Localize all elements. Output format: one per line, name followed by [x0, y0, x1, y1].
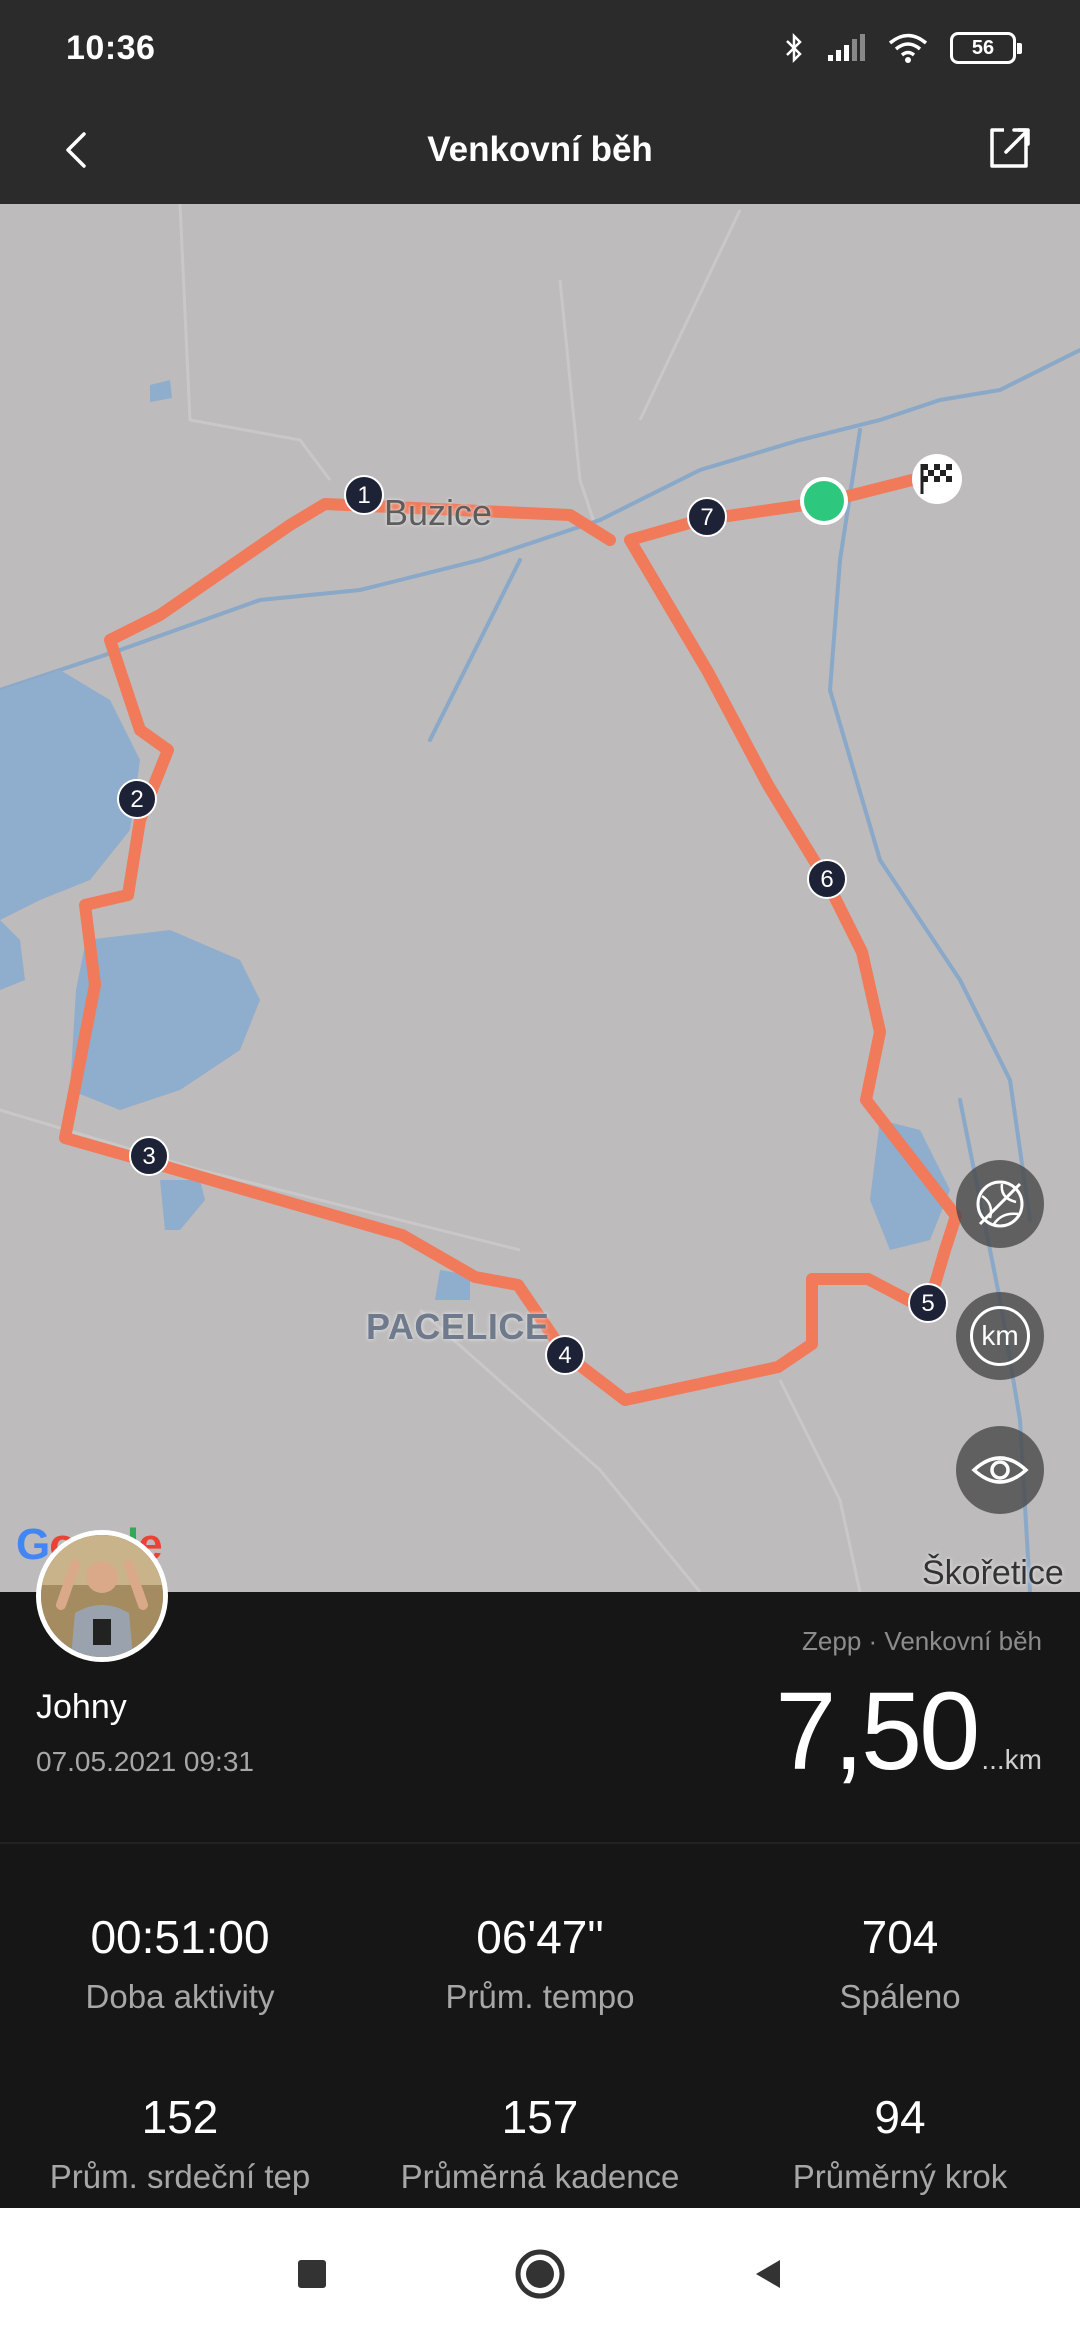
stat-value: 00:51:00: [90, 1911, 270, 1963]
stat-value: 157: [501, 2091, 579, 2143]
status-icons: 56: [784, 32, 1022, 64]
user-name: Johny: [36, 1688, 127, 1726]
stat-label: Průměrná kadence: [400, 2158, 680, 2195]
signal-icon: [828, 34, 865, 61]
svg-text:2: 2: [130, 786, 143, 813]
satellite-off-icon: [976, 1180, 1024, 1228]
stat-value: 06'47": [476, 1911, 604, 1963]
stat-value: 704: [861, 1911, 939, 1963]
recents-square-icon[interactable]: [292, 2254, 332, 2294]
status-bar: 10:36 56: [0, 0, 1080, 96]
km-marker-2: 2: [117, 779, 157, 819]
km-marker-3: 3: [129, 1136, 169, 1176]
km-marker-7: 7: [687, 497, 727, 537]
stat-stride: 94 Průměrný krok: [720, 2090, 1080, 2196]
distance-display: 7,50 ...km: [775, 1668, 1042, 1795]
stat-pace: 06'47" Prům. tempo: [360, 1910, 720, 2016]
km-marker-5: 5: [908, 1283, 948, 1323]
stat-label: Doba aktivity: [85, 1978, 275, 2015]
activity-source: Zepp · Venkovní běh: [802, 1626, 1042, 1656]
stat-label: Průměrný krok: [792, 2158, 1008, 2195]
stat-calories: 704 Spáleno: [720, 1910, 1080, 2016]
satellite-toggle-button[interactable]: [956, 1160, 1044, 1248]
svg-text:4: 4: [558, 1342, 571, 1369]
finish-flag-icon: [912, 454, 962, 504]
eye-icon: [971, 1456, 1029, 1484]
km-markers-layer: 1 2 3 4 5 6 7: [117, 454, 962, 1375]
app-header: Venkovní běh: [0, 96, 1080, 204]
svg-text:7: 7: [700, 504, 713, 531]
avatar-photo: [41, 1535, 163, 1657]
km-markers-toggle-button[interactable]: km: [956, 1292, 1044, 1380]
svg-text:3: 3: [142, 1143, 155, 1170]
chevron-left-icon[interactable]: [52, 122, 108, 178]
km-toggle-label: km: [970, 1306, 1030, 1366]
km-marker-6: 6: [807, 859, 847, 899]
svg-text:6: 6: [820, 866, 833, 893]
svg-text:5: 5: [921, 1290, 934, 1317]
stat-value: 152: [141, 2091, 219, 2143]
wifi-icon: [888, 33, 928, 63]
share-external-icon[interactable]: [978, 116, 1042, 180]
battery-icon: 56: [950, 32, 1022, 64]
back-triangle-icon[interactable]: [748, 2254, 788, 2294]
avatar[interactable]: [36, 1530, 168, 1662]
start-point-icon: [800, 477, 848, 525]
activity-detail-screen: 10:36 56 Venkovní běh Buzice PACELICE Šk…: [0, 0, 1080, 2340]
divider: [0, 1842, 1080, 1844]
stat-duration: 00:51:00 Doba aktivity: [0, 1910, 360, 2016]
svg-text:1: 1: [357, 482, 370, 509]
stat-value: 94: [874, 2091, 926, 2143]
home-circle-icon[interactable]: [512, 2246, 568, 2302]
activity-date: 07.05.2021 09:31: [36, 1746, 254, 1777]
stat-cadence: 157 Průměrná kadence: [360, 2090, 720, 2196]
distance-value: 7,50: [775, 1670, 980, 1793]
distance-unit: ...km: [981, 1744, 1042, 1775]
stat-label: Prům. srdeční tep: [49, 2158, 311, 2195]
system-nav-bar: [0, 2208, 1080, 2340]
stat-label: Prům. tempo: [445, 1978, 635, 2015]
visibility-toggle-button[interactable]: [956, 1426, 1044, 1514]
route-map[interactable]: Buzice PACELICE Škořetice 1 2 3 4 5 6 7: [0, 204, 1080, 1592]
km-marker-1: 1: [344, 475, 384, 515]
page-title: Venkovní běh: [427, 130, 653, 169]
battery-level: 56: [971, 36, 995, 59]
km-marker-4: 4: [545, 1335, 585, 1375]
stat-heart-rate: 152 Prům. srdeční tep: [0, 2090, 360, 2196]
stat-label: Spáleno: [839, 1978, 961, 2015]
bluetooth-icon: [786, 32, 802, 64]
status-time: 10:36: [66, 28, 156, 67]
